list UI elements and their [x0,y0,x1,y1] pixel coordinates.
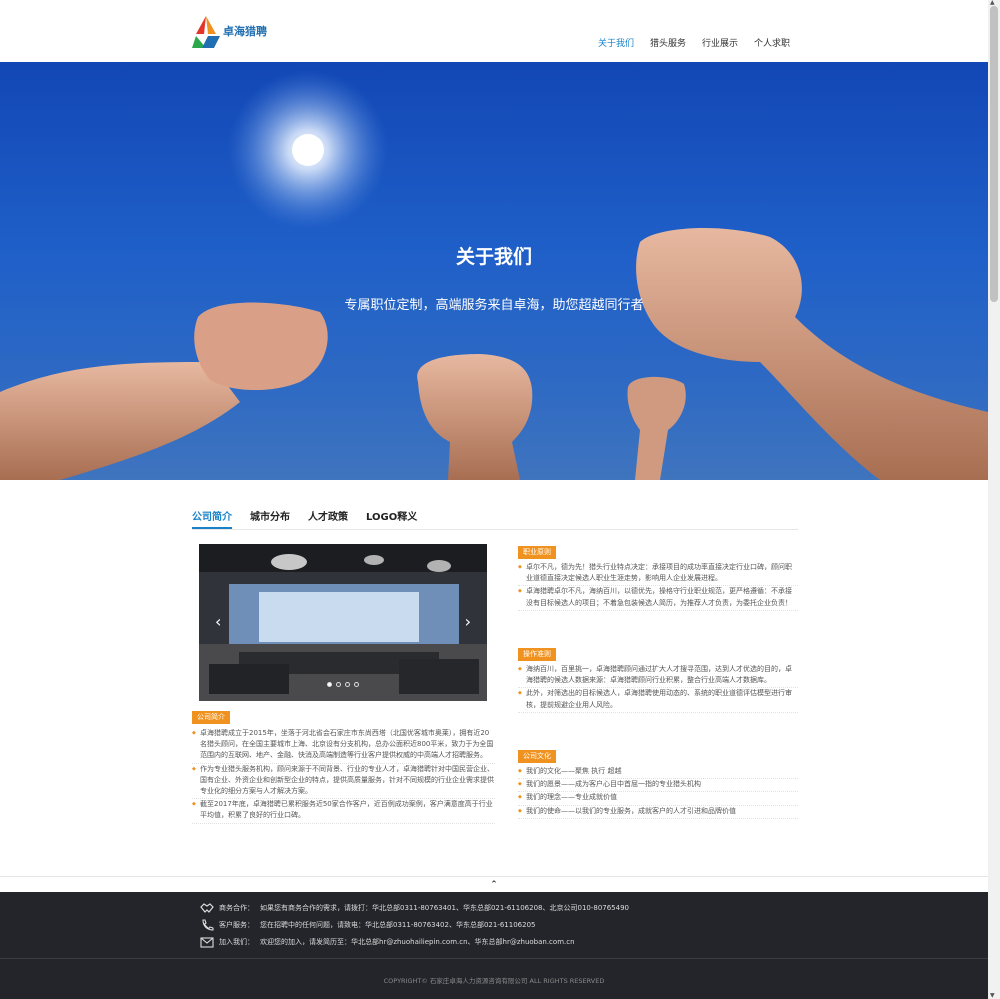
hero-subtitle: 专属职位定制，高端服务来自卓海，助您超越同行者 [344,298,644,313]
tab-logo-meaning[interactable]: LOGO释义 [366,508,417,529]
site-footer: 商务合作： 如果您有商务合作的需求，请拨打：华北总部0311-80763401、… [0,892,988,999]
footer-join-label: 加入我们： [219,938,254,946]
footer-business-label: 商务合作： [219,904,254,912]
culture-list: 我们的文化——聚焦 执行 超越 我们的愿景——成为客户心目中首屈一指的专业猎头机… [518,766,798,819]
tab-talent-policy[interactable]: 人才政策 [308,508,348,529]
hero-banner: 关于我们 专属职位定制，高端服务来自卓海，助您超越同行者 [0,62,988,480]
intro-badge: 公司简介 [192,711,230,724]
culture-item: 我们的愿景——成为客户心目中首屈一指的专业猎头机构 [518,779,798,793]
footer-service-label: 客户服务： [219,921,254,929]
logo[interactable]: 卓海猎聘 [192,14,267,50]
intro-paragraph: 卓海猎聘成立于2015年，坐落于河北省会石家庄市东尚西塔（北国优客城市奥莱），拥… [192,728,495,764]
office-carousel: ‹ › [199,544,487,701]
footer-service-text: 您在招聘中的任何问题，请致电：华北总部0311-80763402、华东总部021… [260,921,536,929]
culture-badge: 公司文化 [518,750,556,763]
carousel-dot[interactable] [336,682,341,687]
nav-industry[interactable]: 行业展示 [702,36,738,49]
scroll-down-icon[interactable]: ▼ [990,992,995,999]
footer-business-row: 商务合作： 如果您有商务合作的需求，请拨打：华北总部0311-80763401、… [200,901,629,915]
page-scrollbar[interactable]: ▲ ▼ [988,0,1000,999]
ethics-list: 卓尔不凡，德为先！猎头行业特点决定：承接项目的成功率直接决定行业口碑，顾问职业道… [518,562,798,611]
handshake-icon [200,903,214,913]
carousel-dot[interactable] [327,682,332,687]
copyright: COPYRIGHT© 石家庄卓海人力资源咨询有限公司 ALL RIGHTS RE… [383,977,605,985]
carousel-dot[interactable] [354,682,359,687]
hero-image [0,70,988,480]
operation-paragraph: 海纳百川，百里挑一，卓海猎聘顾问通过扩大人才搜寻范围，达到人才优选的目的，卓海猎… [518,664,798,689]
ethics-paragraph: 卓尔不凡，德为先！猎头行业特点决定：承接项目的成功率直接决定行业口碑，顾问职业道… [518,562,798,587]
culture-item: 我们的文化——聚焦 执行 超越 [518,766,798,780]
ethics-badge: 职业原则 [518,546,556,559]
operation-badge: 操作准则 [518,648,556,661]
mail-icon [200,937,214,948]
footer-join-text: 欢迎您的加入，请发简历至：华北总部hr@zhuohailiepin.com.cn… [260,938,575,946]
ethics-paragraph: 卓海猎聘卓尔不凡，海纳百川，以德优先，操格守行业职业规范，更严格遵循：不承接没有… [518,586,798,611]
carousel-dot[interactable] [345,682,350,687]
footer-service-row: 客户服务： 您在招聘中的任何问题，请致电：华北总部0311-80763402、华… [200,918,535,932]
tab-company-intro[interactable]: 公司简介 [192,508,232,529]
operation-paragraph: 此外，对筛选出的目标候选人，卓海猎聘使用动态的、系统的职业道德评估模型进行审核，… [518,688,798,713]
operation-list: 海纳百川，百里挑一，卓海猎聘顾问通过扩大人才搜寻范围，达到人才优选的目的，卓海猎… [518,664,798,713]
phone-icon [202,919,214,931]
intro-list: 卓海猎聘成立于2015年，坐落于河北省会石家庄市东尚西塔（北国优客城市奥莱），拥… [192,728,495,824]
scrollbar-thumb[interactable] [990,6,998,302]
culture-item: 我们的理念——专业成就价值 [518,792,798,806]
carousel-dots [327,682,359,687]
logo-mark-icon [192,16,220,48]
site-header: 卓海猎聘 关于我们 猎头服务 行业展示 个人求职 [0,0,988,62]
footer-divider [0,958,988,959]
culture-item: 我们的使命——以我们的专业服务，成就客户的人才引进和品牌价值 [518,806,798,819]
footer-join-row: 加入我们： 欢迎您的加入，请发简历至：华北总部hr@zhuohailiepin.… [200,935,575,949]
intro-paragraph: 作为专业猎头服务机构，顾问来源于不同背景、行业的专业人才，卓海猎聘针对中国民营企… [192,764,495,800]
back-to-top-button[interactable]: ⌃ [0,876,988,892]
footer-business-text: 如果您有商务合作的需求，请拨打：华北总部0311-80763401、华东总部02… [260,904,629,912]
tab-city-distribution[interactable]: 城市分布 [250,508,290,529]
carousel-prev-button[interactable]: ‹ [215,614,221,630]
office-photo [199,544,487,701]
intro-paragraph: 截至2017年底，卓海猎聘已累积服务近50家合作客户，近百例成功案例，客户满意度… [192,799,495,824]
nav-about[interactable]: 关于我们 [598,36,634,49]
nav-headhunting[interactable]: 猎头服务 [650,36,686,49]
main-nav: 关于我们 猎头服务 行业展示 个人求职 [598,36,790,49]
about-tabs: 公司简介 城市分布 人才政策 LOGO释义 [192,508,798,530]
hero-title: 关于我们 [455,246,532,268]
logo-text: 卓海猎聘 [223,25,267,38]
nav-jobseeker[interactable]: 个人求职 [754,36,790,49]
carousel-next-button[interactable]: › [465,614,471,630]
